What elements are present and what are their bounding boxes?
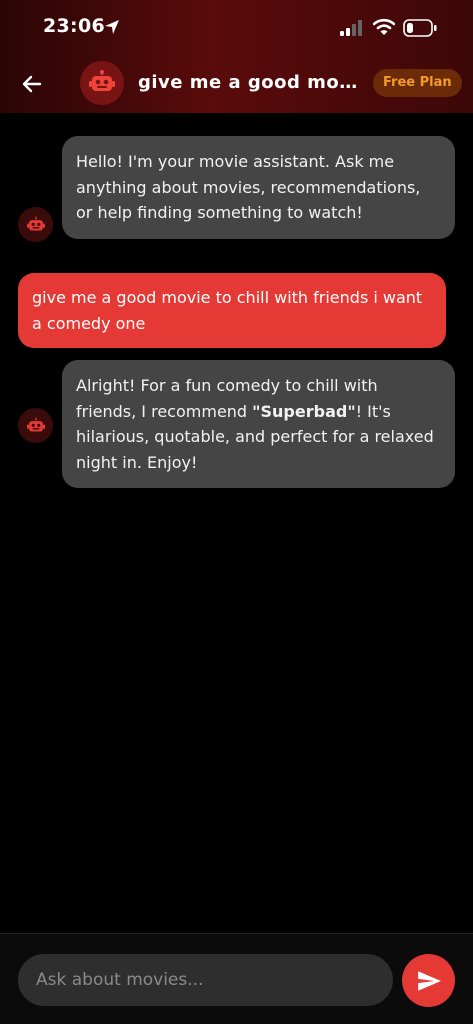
chat-title: give me a good movi... xyxy=(138,72,360,93)
back-arrow-icon xyxy=(22,75,42,93)
bot-avatar xyxy=(80,61,124,105)
chat-messages: Hello! I'm your movie assistant. Ask me … xyxy=(0,113,473,933)
send-icon xyxy=(417,970,441,991)
signal-icon xyxy=(340,20,362,36)
back-button[interactable] xyxy=(18,70,46,98)
user-bubble: give me a good movie to chill with frien… xyxy=(18,273,446,348)
robot-icon xyxy=(26,216,45,231)
status-bar: 23:06 xyxy=(0,0,473,56)
assistant-bubble: Hello! I'm your movie assistant. Ask me … xyxy=(62,136,455,239)
bot-avatar-small xyxy=(18,408,53,443)
message-input[interactable] xyxy=(18,954,393,1006)
app-header: 23:06 give me a good movi... Free Plan xyxy=(0,0,473,113)
wifi-icon xyxy=(373,18,395,35)
assistant-bubble: Alright! For a fun comedy to chill with … xyxy=(62,360,455,488)
status-time: 23:06 xyxy=(43,15,105,37)
plan-badge[interactable]: Free Plan xyxy=(373,69,462,97)
composer-bar xyxy=(0,933,473,1024)
battery-icon xyxy=(403,19,437,37)
bot-avatar-small xyxy=(18,207,53,242)
robot-icon xyxy=(89,70,115,91)
robot-icon xyxy=(26,417,45,432)
location-arrow-icon xyxy=(105,20,119,34)
send-button[interactable] xyxy=(402,954,455,1007)
movie-title: "Superbad" xyxy=(252,401,356,421)
